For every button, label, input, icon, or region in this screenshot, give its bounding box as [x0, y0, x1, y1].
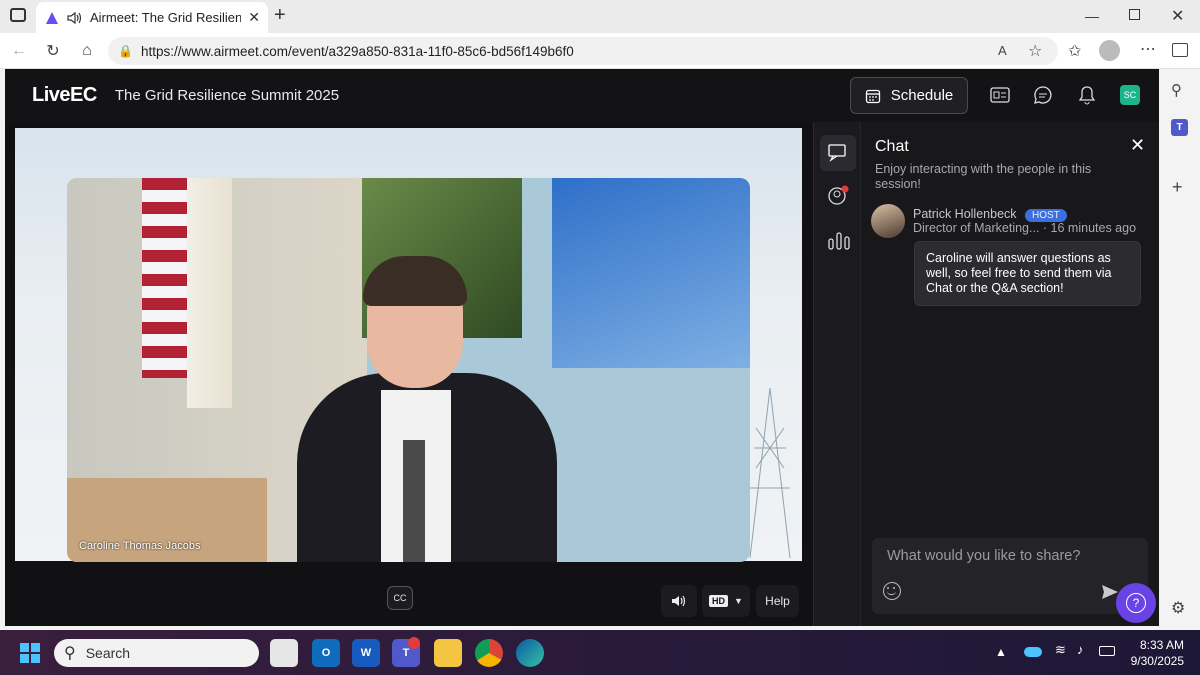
- chat-subtitle: Enjoy interacting with the people in thi…: [875, 162, 1092, 191]
- speaker-video[interactable]: Caroline Thomas Jacobs: [67, 178, 750, 562]
- close-tab-icon[interactable]: ✕: [248, 9, 260, 26]
- us-flag: [142, 178, 187, 378]
- clock[interactable]: 8:33 AM 9/30/2025: [1126, 637, 1184, 669]
- battery-icon[interactable]: [1099, 646, 1115, 656]
- minimize-icon[interactable]: —: [1085, 8, 1099, 24]
- airmeet-page: LiveEC The Grid Resilience Summit 2025 S…: [5, 69, 1159, 626]
- schedule-button[interactable]: Schedule: [850, 77, 968, 114]
- windows-start-icon[interactable]: [20, 643, 40, 663]
- volume-icon: [672, 595, 686, 607]
- chrome-icon[interactable]: [475, 639, 503, 667]
- read-aloud-icon[interactable]: A: [998, 43, 1007, 58]
- calendar-icon: [865, 89, 880, 103]
- chevron-up-icon[interactable]: ▲: [995, 645, 1007, 659]
- avatar[interactable]: [871, 204, 905, 238]
- file-explorer-icon[interactable]: [434, 639, 462, 667]
- taskbar-search-label: Search: [85, 645, 131, 661]
- chat-title: Chat: [875, 138, 909, 155]
- state-flag: [187, 178, 232, 408]
- new-tab-icon[interactable]: +: [274, 4, 286, 27]
- event-title: The Grid Resilience Summit 2025: [114, 87, 340, 104]
- emoji-icon[interactable]: [883, 582, 901, 600]
- url-text: https://www.airmeet.com/event/a329a850-8…: [140, 43, 574, 59]
- home-icon[interactable]: ⌂: [72, 36, 102, 66]
- stage-controls: CC HD ▼ Help: [5, 569, 815, 626]
- chat-input-box[interactable]: What would you like to share?: [872, 538, 1148, 614]
- restore-icon[interactable]: [1129, 9, 1140, 20]
- speaker-tie: [403, 440, 425, 562]
- hd-badge: HD: [709, 595, 729, 607]
- chat-bubble-icon[interactable]: [1028, 80, 1058, 110]
- close-icon[interactable]: ✕: [1130, 135, 1145, 156]
- onedrive-icon[interactable]: [1024, 647, 1042, 657]
- close-window-icon[interactable]: ✕: [1171, 6, 1184, 26]
- message-bubble: Caroline will answer questions as well, …: [914, 241, 1141, 306]
- quality-dropdown[interactable]: HD ▼: [702, 585, 750, 617]
- windows-taskbar: ⚲ Search O W T ▲ ≋ ♪ 8:33 AM 9/30/2025: [0, 630, 1200, 675]
- favorite-star-icon[interactable]: ☆: [1028, 41, 1042, 61]
- author-role: Director of Marketing...: [913, 221, 1040, 235]
- outlook-icon[interactable]: O: [312, 639, 340, 667]
- search-icon[interactable]: ⚲: [1171, 81, 1182, 99]
- lock-icon[interactable]: 🔒: [118, 44, 133, 58]
- user-avatar[interactable]: SC: [1120, 85, 1140, 105]
- booths-icon[interactable]: [985, 80, 1015, 110]
- bell-icon[interactable]: [1072, 80, 1102, 110]
- airmeet-favicon-icon: [46, 11, 58, 24]
- edge-sidebar: ⚲ T + ⚙: [1160, 69, 1200, 626]
- word-icon[interactable]: W: [352, 639, 380, 667]
- polls-tab-icon[interactable]: [827, 227, 851, 251]
- clock-time: 8:33 AM: [1139, 638, 1184, 652]
- speaker-name-label: Caroline Thomas Jacobs: [79, 540, 201, 552]
- taskbar-search[interactable]: ⚲ Search: [54, 639, 259, 667]
- edge-icon[interactable]: [516, 639, 544, 667]
- tab-title: Airmeet: The Grid Resilience: [90, 10, 242, 25]
- closed-captions-button[interactable]: CC: [387, 586, 413, 610]
- teams-icon[interactable]: T: [1171, 119, 1188, 136]
- chevron-down-icon: ▼: [734, 596, 743, 606]
- power-line-photo: [552, 178, 750, 368]
- favorites-icon[interactable]: ✩: [1068, 41, 1081, 61]
- message-time: · 16 minutes ago: [1042, 221, 1137, 235]
- profile-avatar[interactable]: [1099, 40, 1120, 61]
- search-icon: ⚲: [64, 645, 76, 662]
- volume-icon[interactable]: ♪: [1077, 642, 1084, 657]
- sidebar-toggle-icon[interactable]: [1172, 43, 1188, 57]
- message-meta: Director of Marketing... · 16 minutes ag…: [913, 221, 1153, 235]
- chat-input-placeholder[interactable]: What would you like to share?: [887, 548, 1080, 564]
- panel-rail: [813, 122, 860, 626]
- help-link[interactable]: Help: [756, 585, 799, 617]
- add-icon[interactable]: +: [1172, 177, 1183, 198]
- browser-tab[interactable]: Airmeet: The Grid Resilience ✕: [36, 2, 268, 33]
- notification-badge: [408, 637, 420, 649]
- url-field[interactable]: 🔒 https://www.airmeet.com/event/a329a850…: [108, 37, 1058, 65]
- chat-panel: Chat ✕ Enjoy interacting with the people…: [860, 122, 1159, 626]
- chat-tab-icon[interactable]: [820, 135, 856, 171]
- wifi-icon[interactable]: ≋: [1055, 642, 1066, 658]
- task-view-icon[interactable]: [270, 639, 298, 667]
- browser-tab-bar: Airmeet: The Grid Resilience ✕ + — ✕: [0, 0, 1200, 33]
- logo[interactable]: LiveEC: [32, 84, 97, 107]
- back-icon[interactable]: ←: [4, 36, 34, 66]
- speaker-icon[interactable]: [67, 11, 83, 25]
- message-author[interactable]: Patrick Hollenbeck: [913, 207, 1017, 221]
- qna-tab-icon[interactable]: [827, 184, 851, 208]
- tab-actions-icon[interactable]: [10, 8, 26, 22]
- clock-date: 9/30/2025: [1130, 654, 1184, 668]
- browser-address-bar: ← ↻ ⌂ 🔒 https://www.airmeet.com/event/a3…: [0, 33, 1200, 69]
- schedule-label: Schedule: [890, 87, 954, 104]
- volume-button[interactable]: [661, 585, 697, 617]
- refresh-icon[interactable]: ↻: [38, 36, 68, 66]
- more-menu-icon[interactable]: ⋯: [1140, 39, 1156, 59]
- question-icon: ?: [1126, 593, 1146, 613]
- help-fab-button[interactable]: ?: [1116, 583, 1156, 623]
- gear-icon[interactable]: ⚙: [1171, 598, 1185, 618]
